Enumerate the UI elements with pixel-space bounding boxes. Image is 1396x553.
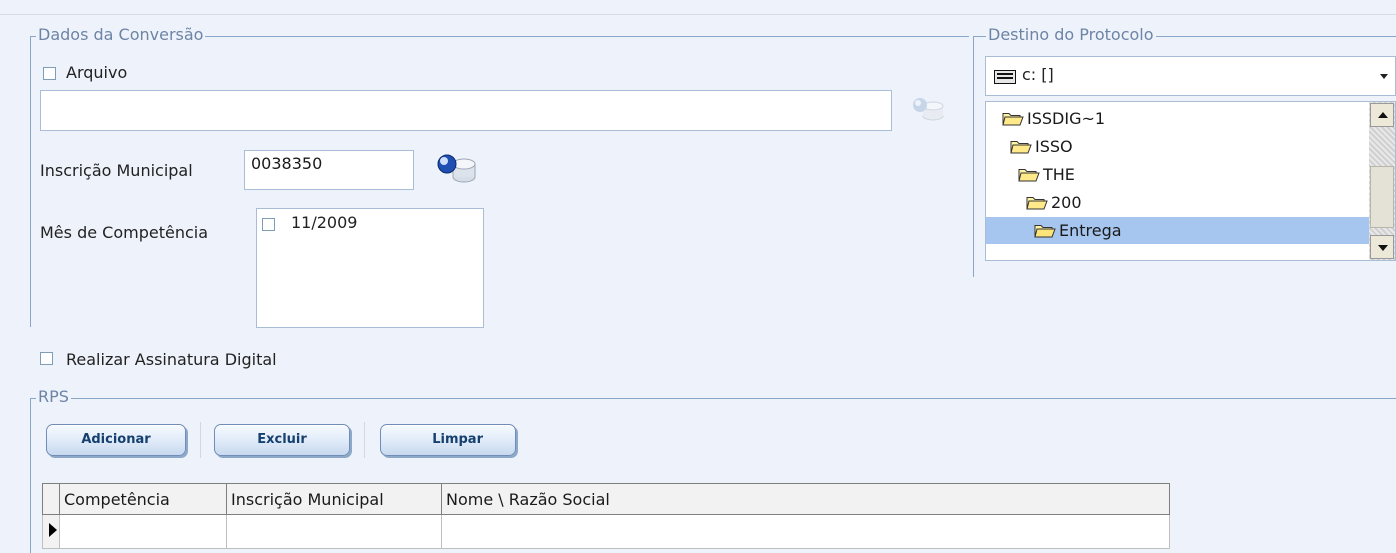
tree-folder-label: Entrega — [1059, 221, 1122, 240]
tree-folder-200[interactable]: 200 — [986, 189, 1369, 216]
rps-grid[interactable]: Competência Inscrição Municipal Nome \ R… — [42, 483, 1170, 549]
tree-scrollbar[interactable] — [1369, 102, 1395, 260]
tree-folder-issdig-1[interactable]: ISSDIG~1 — [986, 105, 1369, 132]
toolbar-separator — [364, 422, 366, 458]
grid-row-header-cell — [42, 483, 60, 515]
column-header-inscricao[interactable]: Inscrição Municipal — [226, 483, 442, 515]
folder-icon — [1034, 221, 1059, 240]
tree-folder-the[interactable]: THE — [986, 161, 1369, 188]
tree-folder-label: THE — [1043, 165, 1075, 184]
folder-tree[interactable]: ISSDIG~1 ISSO THE 200 Entrega — [985, 101, 1396, 261]
scroll-up-button[interactable] — [1370, 103, 1394, 127]
current-row-arrow-icon — [49, 523, 57, 537]
folder-icon — [1010, 137, 1035, 156]
folder-icon — [1026, 193, 1051, 212]
search-database-icon[interactable] — [432, 152, 480, 186]
delete-button[interactable]: Excluir — [214, 424, 350, 456]
folder-icon — [1002, 109, 1027, 128]
conversion-legend: Dados da Conversão — [36, 25, 206, 44]
mes-item-label: 11/2009 — [291, 213, 358, 232]
cell-nome[interactable] — [441, 514, 1170, 549]
grid-header-row: Competência Inscrição Municipal Nome \ R… — [42, 483, 1170, 515]
chevron-down-icon[interactable] — [1380, 74, 1388, 79]
destination-legend: Destino do Protocolo — [986, 25, 1156, 44]
arquivo-path-input[interactable] — [40, 90, 892, 131]
column-header-competencia[interactable]: Competência — [59, 483, 227, 515]
clear-button[interactable]: Limpar — [380, 424, 516, 456]
drive-select[interactable]: c: [] — [985, 56, 1396, 96]
top-strip — [0, 0, 1396, 15]
tree-folder-label: ISSO — [1035, 137, 1073, 156]
inscricao-municipal-input[interactable]: 0038350 — [244, 150, 414, 190]
scroll-down-button[interactable] — [1370, 235, 1394, 259]
table-row[interactable] — [42, 514, 1170, 549]
tree-folder-label: 200 — [1051, 193, 1082, 212]
cell-inscricao[interactable] — [226, 514, 442, 549]
drive-select-value: c: [] — [1022, 65, 1054, 84]
assinatura-label: Realizar Assinatura Digital — [66, 350, 277, 369]
mes-competencia-label: Mês de Competência — [40, 223, 209, 242]
arrow-down-icon — [1378, 245, 1388, 251]
drive-icon — [994, 69, 1016, 84]
row-indicator — [42, 514, 60, 549]
scroll-thumb[interactable] — [1370, 166, 1394, 228]
arrow-up-icon — [1378, 112, 1388, 118]
cell-competencia[interactable] — [59, 514, 227, 549]
conversion-fieldset — [30, 36, 969, 327]
file-search-icon — [906, 94, 946, 126]
mes-item-checkbox[interactable] — [262, 218, 275, 231]
tree-folder-label: ISSDIG~1 — [1027, 109, 1106, 128]
toolbar-separator — [200, 422, 202, 458]
arquivo-label: Arquivo — [66, 63, 128, 82]
tree-folder-entrega[interactable]: Entrega — [986, 217, 1369, 244]
arquivo-checkbox[interactable] — [43, 67, 56, 80]
inscricao-label: Inscrição Municipal — [40, 161, 193, 180]
add-button[interactable]: Adicionar — [46, 424, 186, 456]
mes-competencia-list[interactable]: 11/2009 — [256, 208, 484, 328]
tree-folder-isso[interactable]: ISSO — [986, 133, 1369, 160]
folder-icon — [1018, 165, 1043, 184]
column-header-nome[interactable]: Nome \ Razão Social — [441, 483, 1170, 515]
assinatura-checkbox[interactable] — [40, 352, 53, 365]
rps-legend: RPS — [36, 387, 71, 406]
